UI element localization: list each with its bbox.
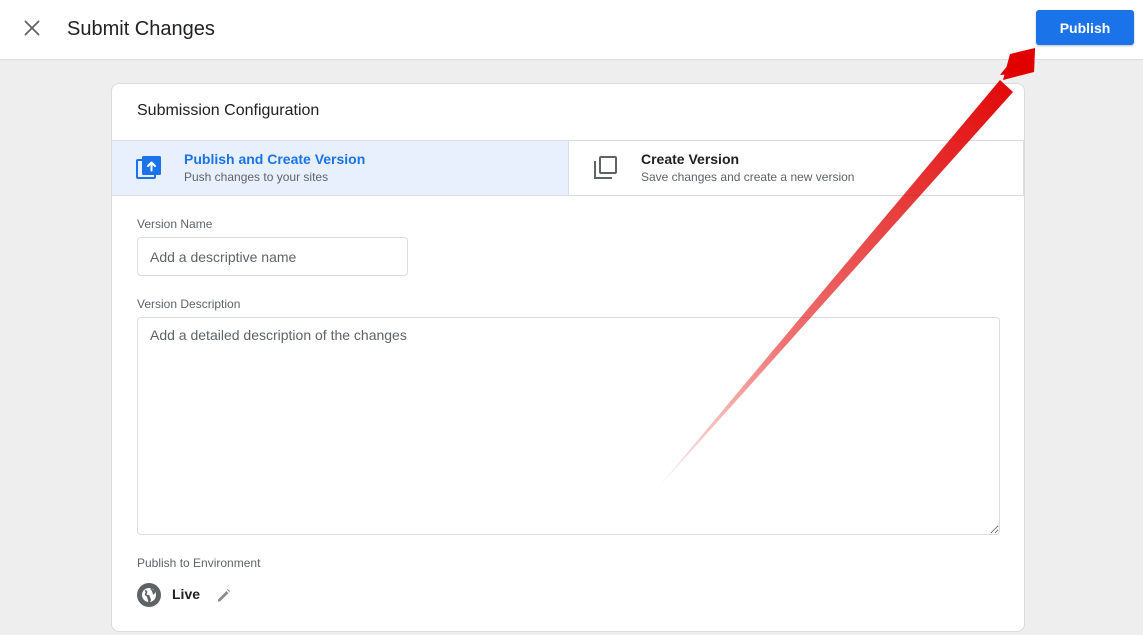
publish-upload-icon [136,156,161,179]
version-description-textarea[interactable] [137,317,1000,535]
close-button[interactable] [18,14,46,42]
publish-button[interactable]: Publish [1036,10,1134,45]
option-create-version[interactable]: Create Version Save changes and create a… [568,141,1024,195]
option-subtitle: Push changes to your sites [184,170,329,184]
pencil-icon[interactable] [215,586,233,604]
globe-icon [137,583,161,607]
environment-row: Live [137,583,337,609]
page-title: Submit Changes [67,18,215,40]
submission-configuration-card: Submission Configuration Publish and Cre… [111,83,1025,632]
version-name-input[interactable] [137,237,408,276]
version-description-label: Version Description [137,297,241,311]
card-title: Submission Configuration [137,102,320,119]
option-label: Publish and Create Version [184,151,366,167]
copy-version-icon [594,156,617,179]
option-subtitle: Save changes and create a new version [641,170,855,184]
top-bar: Submit Changes Publish [0,0,1143,60]
submission-option-row: Publish and Create Version Push changes … [112,140,1024,196]
close-icon [24,20,40,36]
option-label: Create Version [641,151,740,167]
environment-name: Live [172,586,201,602]
publish-environment-label: Publish to Environment [137,556,261,570]
option-publish-and-create-version[interactable]: Publish and Create Version Push changes … [112,141,568,195]
version-name-label: Version Name [137,217,213,231]
